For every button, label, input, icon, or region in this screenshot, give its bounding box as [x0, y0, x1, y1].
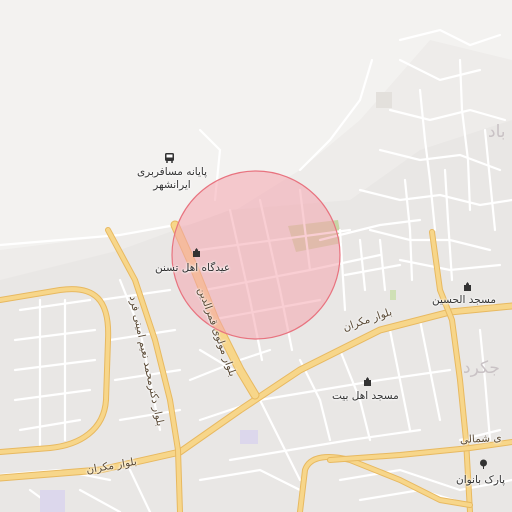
district-label-right: جکرد: [463, 358, 500, 378]
bus-terminal-label[interactable]: پایانه مسافربری ایرانشهر: [132, 166, 212, 192]
masjid-ahlebeit-label[interactable]: مسجد اهل بیت: [332, 390, 399, 403]
purple-area: [40, 490, 65, 512]
bus-terminal-line1: پایانه مسافربری: [136, 166, 208, 178]
map-base: [0, 0, 512, 512]
building-block: [376, 92, 392, 108]
purple-area-2: [240, 430, 258, 444]
masjid-hussain-label[interactable]: مسجد الحسین: [432, 294, 496, 307]
road-label-shomali: ی شمالی: [459, 431, 502, 447]
map-view[interactable]: باد جکرد پایانه مسافربری ایرانشهر عیدگاه…: [0, 0, 512, 512]
park-banovan-label[interactable]: پارک بانوان: [456, 474, 505, 487]
eidgah-label[interactable]: عیدگاه اهل تسنن: [155, 262, 230, 275]
district-label-top: باد: [488, 122, 506, 142]
green-small: [390, 290, 396, 300]
bus-terminal-line2: ایرانشهر: [153, 179, 191, 191]
